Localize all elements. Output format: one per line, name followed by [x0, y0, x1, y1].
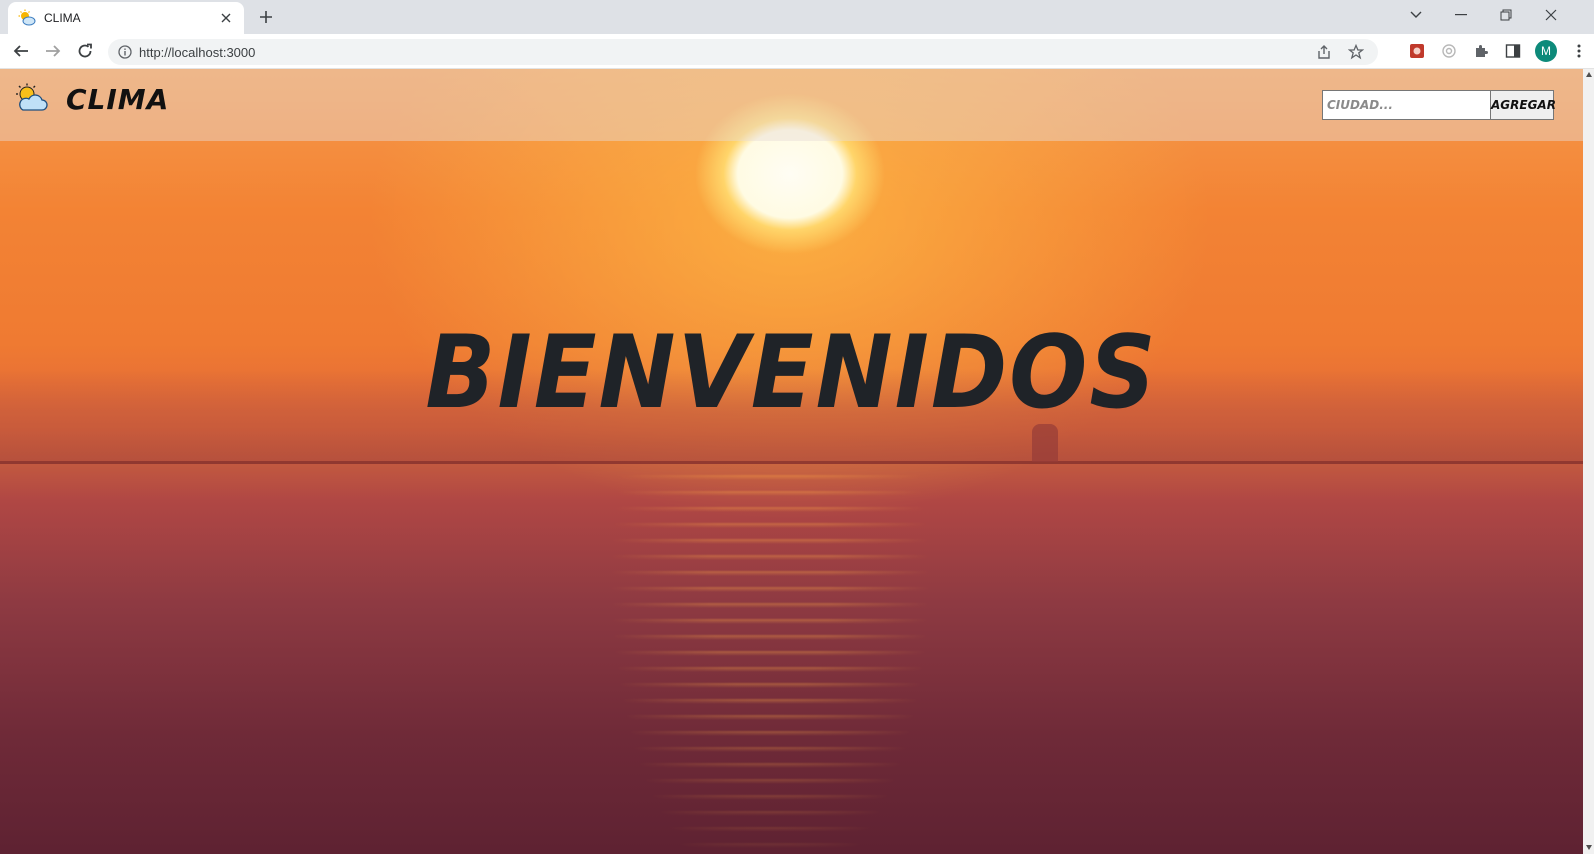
city-search-input[interactable] [1322, 90, 1490, 120]
side-panel-icon[interactable] [1502, 40, 1524, 62]
address-bar[interactable]: http://localhost:3000 [108, 39, 1378, 65]
search-form: AGREGAR [1322, 90, 1556, 120]
browser-toolbar: http://localhost:3000 M [0, 34, 1594, 69]
tab-strip: CLIMA [0, 0, 1594, 34]
window-close-icon[interactable] [1538, 4, 1564, 26]
restore-icon[interactable] [1493, 4, 1519, 26]
tab-title: CLIMA [44, 11, 81, 25]
profile-avatar[interactable]: M [1535, 40, 1557, 62]
extension-icon[interactable] [1406, 40, 1428, 62]
site-info-icon[interactable] [117, 44, 133, 60]
scroll-up-arrow-icon[interactable] [1586, 72, 1592, 77]
bookmark-star-icon[interactable] [1346, 42, 1366, 62]
app-navbar: CLIMA AGREGAR [0, 69, 1583, 141]
weather-icon [18, 9, 36, 26]
reload-icon[interactable] [74, 40, 96, 62]
background-reflection [520, 464, 1020, 854]
share-icon[interactable] [1314, 42, 1334, 62]
back-icon[interactable] [10, 40, 32, 62]
minimize-icon[interactable] [1448, 4, 1474, 26]
add-city-button[interactable]: AGREGAR [1490, 90, 1556, 120]
extensions-puzzle-icon[interactable] [1470, 40, 1492, 62]
new-tab-icon[interactable] [256, 7, 276, 27]
forward-icon[interactable] [42, 40, 64, 62]
tab-search-icon[interactable] [1403, 4, 1429, 26]
weather-logo-icon [16, 83, 48, 111]
scroll-down-arrow-icon[interactable] [1586, 845, 1592, 850]
page-scrollbar[interactable] [1583, 69, 1594, 854]
tab-close-icon[interactable] [218, 10, 234, 26]
url-text: http://localhost:3000 [139, 44, 256, 60]
page-viewport: CLIMA AGREGAR BIENVENIDOS [0, 69, 1583, 854]
brand-title[interactable]: CLIMA [66, 83, 169, 116]
browser-tab[interactable]: CLIMA [8, 2, 244, 34]
extension-2-icon[interactable] [1438, 40, 1460, 62]
more-menu-icon[interactable] [1568, 40, 1590, 62]
welcome-heading: BIENVENIDOS [425, 313, 1158, 432]
